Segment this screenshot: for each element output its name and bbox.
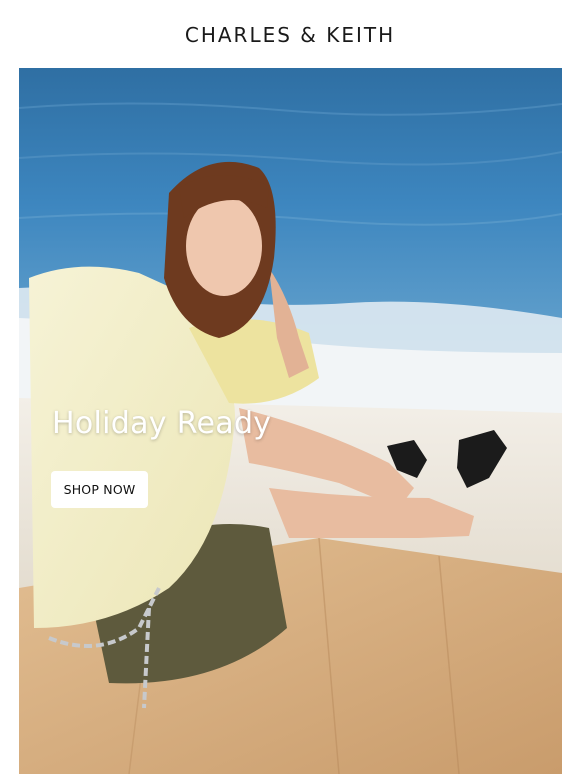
- email-page: CHARLES & KEITH Holiday Ready SHOP NOW: [0, 0, 580, 774]
- hero-title: Holiday Ready: [52, 406, 272, 441]
- brand-logo[interactable]: CHARLES & KEITH: [0, 20, 580, 50]
- shop-now-button[interactable]: SHOP NOW: [51, 471, 148, 508]
- hero-banner[interactable]: Holiday Ready SHOP NOW: [19, 68, 562, 774]
